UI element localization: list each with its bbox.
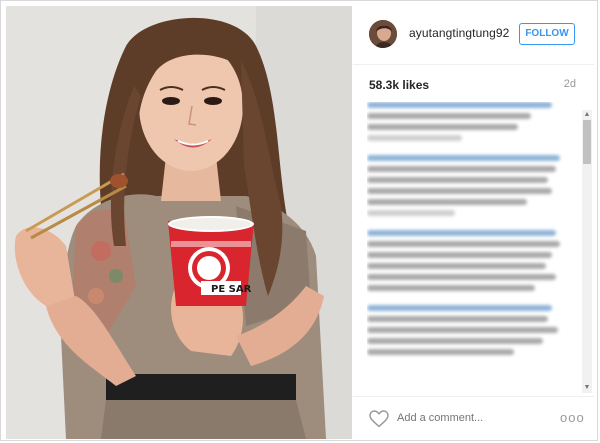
blurred-comment-line bbox=[367, 188, 552, 194]
blurred-comment-line bbox=[367, 327, 559, 333]
blurred-comment-line bbox=[367, 252, 552, 258]
scrollbar-thumb[interactable] bbox=[583, 120, 591, 164]
heart-icon[interactable] bbox=[369, 410, 389, 428]
add-comment-input[interactable] bbox=[397, 412, 547, 424]
blurred-comment-line bbox=[367, 338, 544, 344]
blurred-comment-line bbox=[367, 113, 531, 119]
scroll-down-arrow-icon[interactable]: ▼ bbox=[582, 383, 592, 393]
blurred-comment-line bbox=[367, 166, 556, 172]
photo-illustration: PE SAR bbox=[6, 6, 352, 439]
blurred-comment-line bbox=[367, 241, 561, 247]
more-options-icon[interactable]: ooo bbox=[560, 410, 585, 425]
blurred-comment-line bbox=[367, 155, 561, 161]
post-photo[interactable]: PE SAR bbox=[6, 6, 352, 439]
username-link[interactable]: ayutangtingtung92 bbox=[409, 26, 509, 40]
follow-button[interactable]: FOLLOW bbox=[519, 23, 575, 45]
blurred-comment-line bbox=[367, 199, 527, 205]
blurred-comment-line bbox=[367, 274, 556, 280]
blurred-comment-line bbox=[367, 210, 456, 216]
avatar-image bbox=[369, 20, 397, 48]
blurred-comment-line bbox=[367, 305, 552, 311]
blurred-comment-line bbox=[367, 316, 548, 322]
post-modal: PE SAR ayutangtingtung92 FOLLOW 58.3k li… bbox=[0, 0, 598, 441]
post-timestamp[interactable]: 2d bbox=[564, 78, 576, 90]
likes-count[interactable]: 58.3k likes bbox=[369, 78, 429, 92]
blurred-comment-line bbox=[367, 285, 535, 291]
blurred-comment-line bbox=[367, 177, 548, 183]
blurred-comment-line bbox=[367, 102, 552, 108]
comment-bar: ooo bbox=[353, 396, 594, 440]
comments-scrollbar[interactable]: ▲ ▼ bbox=[582, 110, 592, 393]
scroll-up-arrow-icon[interactable]: ▲ bbox=[582, 110, 592, 120]
blurred-comment-line bbox=[367, 263, 546, 269]
cup-brand-text: PE SAR bbox=[211, 284, 252, 295]
post-info-panel: ayutangtingtung92 FOLLOW 58.3k likes 2d bbox=[353, 6, 594, 439]
comments-list bbox=[367, 102, 577, 394]
avatar[interactable] bbox=[369, 20, 397, 48]
blurred-comment-line bbox=[367, 124, 519, 130]
blurred-comment-line bbox=[367, 349, 514, 355]
post-header: ayutangtingtung92 FOLLOW bbox=[353, 6, 594, 65]
blurred-comment-line bbox=[367, 230, 556, 236]
blurred-comment-line bbox=[367, 135, 462, 141]
